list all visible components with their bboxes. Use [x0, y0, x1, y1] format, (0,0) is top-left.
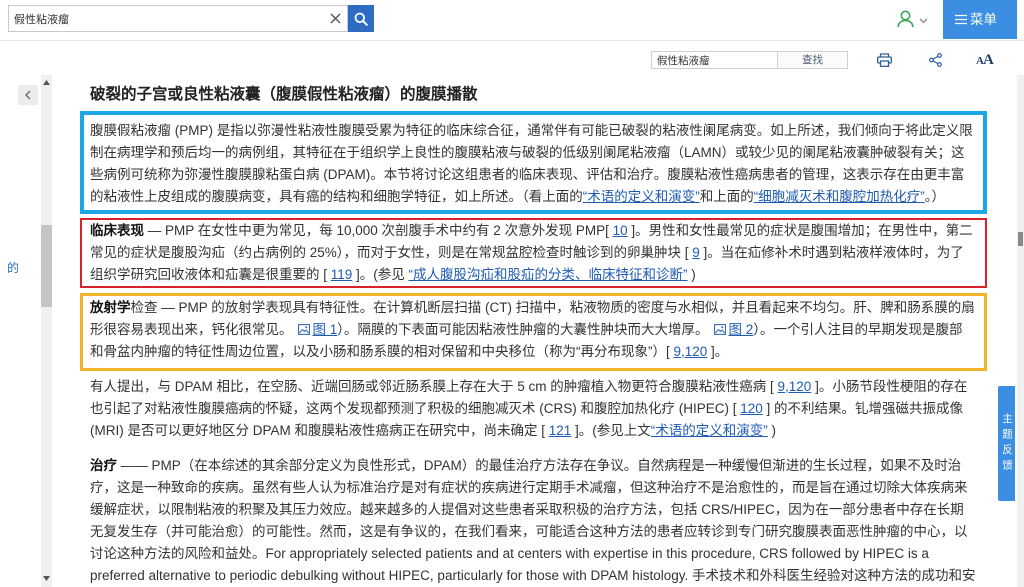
- top-bar: 菜单: [0, 0, 1024, 41]
- clinical-text: ]。(参见: [352, 267, 409, 282]
- paragraph-text: —— PMP（在本综述的其余部分定义为良性形式，DPAM）的最佳治疗方法存在争议…: [90, 458, 976, 583]
- page-scrollbar[interactable]: [1017, 75, 1024, 587]
- section-heading: 破裂的子宫或良性粘液囊（腹膜假性粘液瘤）的腹膜播散: [90, 86, 478, 103]
- intro-text: 和上面的: [699, 189, 754, 204]
- ref-9[interactable]: 9: [692, 245, 700, 260]
- link-figure-2[interactable]: 图 2: [729, 322, 754, 337]
- paragraph-text: ]。(参见上文: [571, 423, 651, 438]
- imaging-text: ]。: [707, 344, 729, 359]
- user-icon: [897, 10, 914, 28]
- imaging-lead: 放射学: [90, 300, 131, 315]
- scroll-up-icon[interactable]: [43, 80, 50, 85]
- highlight-box-intro: 腹膜假粘液瘤 (PMP) 是指以弥漫性粘液性腹膜受累为特征的临床综合征，通常伴有…: [80, 111, 987, 214]
- link-figure-1[interactable]: 图 1: [313, 322, 338, 337]
- highlight-box-imaging: 放射学检查 — PMP 的放射学表现具有特征性。在计算机断层扫描 (CT) 扫描…: [80, 293, 987, 371]
- ref-9-120[interactable]: 9,120: [674, 344, 708, 359]
- paragraph-text: ): [767, 423, 777, 438]
- article-viewport: 破裂的子宫或良性粘液囊（腹膜假性粘液瘤）的腹膜播散 腹膜假粘液瘤 (PMP) 是…: [55, 75, 995, 587]
- ref-9-120[interactable]: 9,120: [778, 379, 812, 394]
- paragraph-treatment: 治疗 —— PMP（在本综述的其余部分定义为良性形式，DPAM）的最佳治疗方法存…: [80, 455, 987, 587]
- clinical-text: — PMP 在女性中更为常见，每 10,000 次剖腹手术中约有 2 次意外发现…: [144, 223, 613, 238]
- image-icon[interactable]: [713, 324, 726, 335]
- font-size-glyph-large: A: [982, 52, 994, 68]
- font-size-icon[interactable]: AA: [976, 50, 994, 69]
- close-icon[interactable]: [330, 13, 341, 24]
- clinical-text: ): [687, 267, 696, 282]
- image-icon[interactable]: [297, 324, 310, 335]
- treatment-lead: 治疗: [90, 458, 117, 473]
- link-term-definitions[interactable]: “术语的定义和演变”: [651, 423, 768, 438]
- ref-121[interactable]: 121: [549, 423, 572, 438]
- menu-label: 菜单: [970, 12, 997, 27]
- article-body: 破裂的子宫或良性粘液囊（腹膜假性粘液瘤）的腹膜播散 腹膜假粘液瘤 (PMP) 是…: [80, 84, 987, 587]
- find-button[interactable]: 查找: [777, 51, 848, 69]
- clinical-lead: 临床表现: [90, 223, 144, 238]
- search-box: [8, 5, 348, 32]
- user-menu-button[interactable]: [895, 9, 931, 31]
- imaging-text: ）。隔膜的下表面可能因粘液性肿瘤的大囊性肿块而大大增厚。: [337, 322, 709, 337]
- find-in-page-input[interactable]: [651, 51, 778, 69]
- topic-feedback-label: 主题反馈: [1001, 412, 1013, 475]
- print-icon[interactable]: [877, 53, 892, 67]
- chevron-down-icon: [919, 18, 928, 24]
- ref-10[interactable]: 10: [613, 223, 628, 238]
- hamburger-icon: [955, 14, 967, 25]
- intro-text: 。）: [924, 189, 945, 204]
- search-button[interactable]: [348, 5, 374, 32]
- ref-119[interactable]: 119: [331, 267, 353, 282]
- paragraph-dpam-imaging: 有人提出，与 DPAM 相比，在空肠、近端回肠或邻近肠系膜上存在大于 5 cm …: [80, 376, 987, 442]
- chevron-left-icon: [24, 90, 32, 100]
- scroll-down-icon[interactable]: [43, 576, 50, 581]
- sidebar-scrollbar[interactable]: [41, 75, 52, 587]
- collapse-sidebar-button[interactable]: [18, 85, 38, 105]
- topic-feedback-tab[interactable]: 主题反馈: [998, 386, 1015, 501]
- search-input[interactable]: [9, 6, 319, 31]
- link-inguinal-hernia[interactable]: “成人腹股沟疝和股疝的分类、临床特征和诊断”: [409, 267, 688, 282]
- toc-item-fragment[interactable]: 的: [7, 261, 19, 275]
- share-icon[interactable]: [929, 53, 942, 67]
- menu-button[interactable]: 菜单: [943, 0, 1017, 39]
- highlight-box-clinical: 临床表现 — PMP 在女性中更为常见，每 10,000 次剖腹手术中约有 2 …: [80, 218, 987, 288]
- search-icon: [354, 12, 368, 26]
- link-cytoreduction-hipec[interactable]: “细胞减灭术和腹腔加热化疗”: [754, 189, 925, 204]
- ref-120[interactable]: 120: [740, 401, 763, 416]
- paragraph-text: 有人提出，与 DPAM 相比，在空肠、近端回肠或邻近肠系膜上存在大于 5 cm …: [90, 379, 778, 394]
- sidebar-scrollbar-thumb[interactable]: [41, 225, 52, 307]
- link-term-definitions[interactable]: “术语的定义和演变”: [583, 189, 700, 204]
- page-scrollbar-thumb[interactable]: [1018, 232, 1023, 246]
